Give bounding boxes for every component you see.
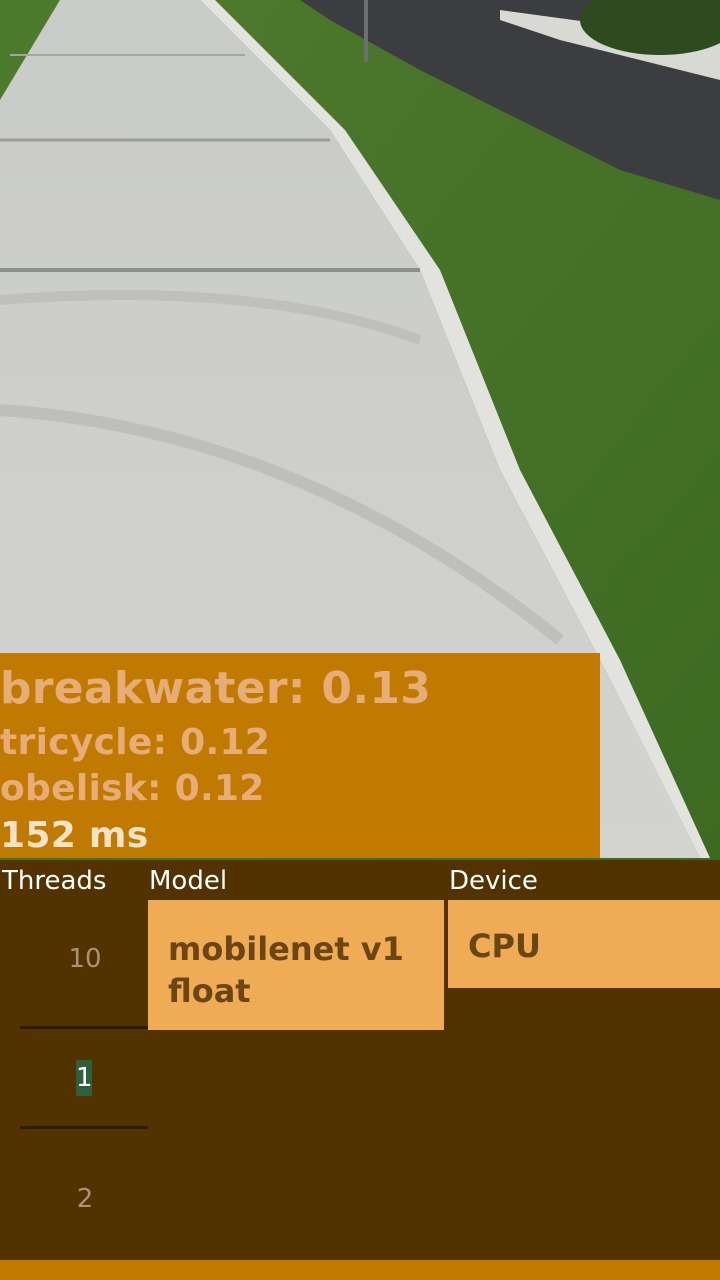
device-selected-label: CPU <box>468 927 541 965</box>
result-3-label: obelisk: 0.12 <box>0 768 265 809</box>
picker-divider-top <box>20 1026 148 1029</box>
result-2-label: tricycle: 0.12 <box>0 722 271 763</box>
model-selected-label: mobilenet v1 float <box>168 930 404 1010</box>
bottom-bar <box>0 1260 720 1280</box>
threads-header: Threads <box>2 866 107 896</box>
device-header: Device <box>449 866 538 896</box>
model-spinner[interactable]: mobilenet v1 float <box>148 900 444 1030</box>
result-1-label: breakwater: 0.13 <box>0 663 432 714</box>
device-spinner[interactable]: CPU <box>448 900 720 988</box>
threads-option-selected[interactable]: 1 <box>76 1060 93 1096</box>
inference-time-label: 152 ms <box>0 815 149 856</box>
threads-option-10[interactable]: 10 <box>20 944 150 974</box>
threads-option-2[interactable]: 2 <box>20 1184 150 1214</box>
picker-divider-bottom <box>20 1126 148 1129</box>
model-header: Model <box>149 866 228 896</box>
